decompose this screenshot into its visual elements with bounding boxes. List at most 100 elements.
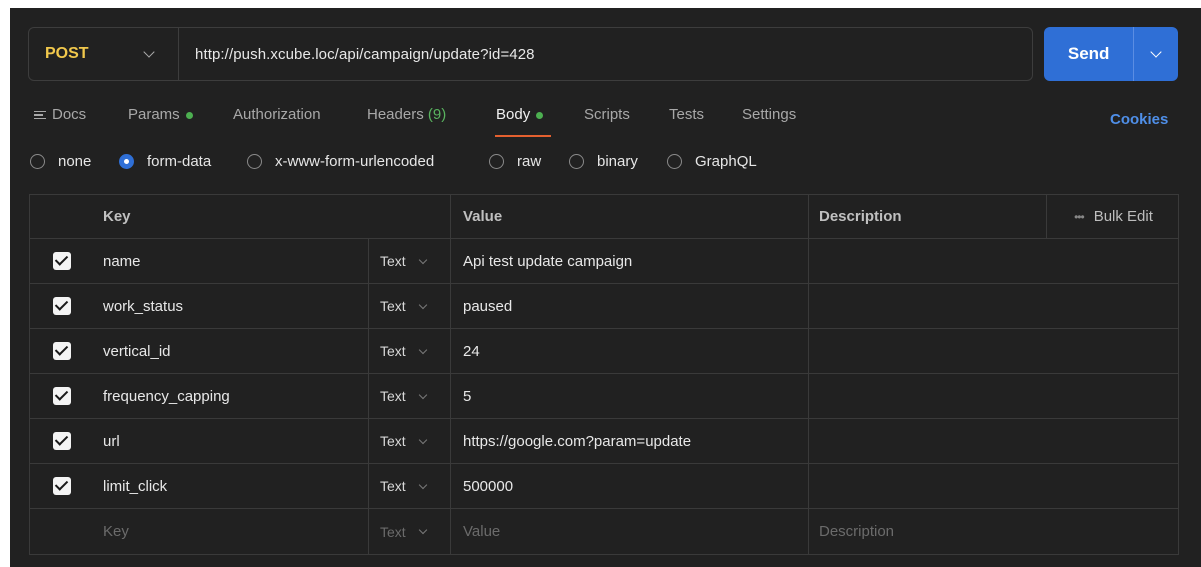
key-cell[interactable]: limit_click [94,464,368,508]
request-bar: POST http://push.xcube.loc/api/campaign/… [28,27,1033,81]
row-checkbox-cell [30,329,94,373]
type-select[interactable]: Text [368,284,450,328]
value-cell[interactable]: 24 [450,329,808,373]
table-row: limit_click Text 500000 [30,464,1178,509]
chevron-down-icon [418,345,427,354]
type-select[interactable]: Text [368,419,450,463]
cookies-link[interactable]: Cookies [1110,111,1168,128]
checkbox[interactable] [53,297,71,315]
row-checkbox-cell [30,509,94,554]
table-row: vertical_id Text 24 [30,329,1178,374]
tab-scripts[interactable]: Scripts [584,106,630,123]
send-options-button[interactable] [1133,27,1178,81]
description-cell[interactable] [808,239,1180,283]
chevron-down-icon [418,390,427,399]
bulk-edit-button[interactable]: ••• Bulk Edit [1046,195,1180,238]
checkbox[interactable] [53,252,71,270]
table-row: work_status Text paused [30,284,1178,329]
chevron-down-icon [143,46,155,58]
type-select[interactable]: Text [368,374,450,418]
radio-icon [247,154,262,169]
new-description-input[interactable]: Description [808,509,1180,554]
tab-docs[interactable]: Docs [34,106,86,123]
key-cell[interactable]: name [94,239,368,283]
new-value-input[interactable]: Value [450,509,808,554]
description-cell[interactable] [808,374,1180,418]
row-checkbox-cell [30,419,94,463]
checkbox[interactable] [53,432,71,450]
radio-binary-label: binary [597,153,638,170]
new-key-input[interactable]: Key [94,509,368,554]
tab-tests[interactable]: Tests [669,106,704,123]
type-select[interactable]: Text [368,329,450,373]
request-panel: POST http://push.xcube.loc/api/campaign/… [10,8,1201,567]
url-input[interactable]: http://push.xcube.loc/api/campaign/updat… [179,46,535,63]
key-cell[interactable]: url [94,419,368,463]
tab-settings[interactable]: Settings [742,106,796,123]
radio-selected-icon [119,154,134,169]
description-cell[interactable] [808,464,1180,508]
value-cell[interactable]: https://google.com?param=update [450,419,808,463]
send-button[interactable]: Send [1044,27,1133,81]
type-label: Text [380,433,406,449]
chevron-down-icon [418,300,427,309]
radio-none[interactable]: none [30,153,91,170]
bulk-edit-label: Bulk Edit [1093,208,1153,225]
docs-icon [34,109,46,122]
key-cell[interactable]: vertical_id [94,329,368,373]
key-cell[interactable]: frequency_capping [94,374,368,418]
type-label: Text [380,388,406,404]
radio-graphql[interactable]: GraphQL [667,153,757,170]
body-status-dot [536,111,544,119]
radio-raw-label: raw [517,153,542,170]
header-description: Description [808,195,1046,238]
type-label: Text [380,253,406,269]
value-cell[interactable]: 5 [450,374,808,418]
radio-urlencoded-label: x-www-form-urlencoded [275,153,435,170]
radio-raw[interactable]: raw [489,153,541,170]
tab-docs-label: Docs [52,106,87,123]
tab-authorization[interactable]: Authorization [233,106,321,123]
type-label: Text [380,523,406,540]
type-label: Text [380,298,406,314]
chevron-down-icon [418,255,427,264]
radio-binary[interactable]: binary [569,153,638,170]
tab-params[interactable]: Params [128,106,193,123]
checkbox[interactable] [53,342,71,360]
type-label: Text [380,343,406,359]
radio-graphql-label: GraphQL [695,153,757,170]
radio-form-data-label: form-data [147,153,212,170]
radio-form-data[interactable]: form-data [119,153,211,170]
type-select[interactable]: Text [368,509,450,554]
params-status-dot [185,111,193,119]
table-row: url Text https://google.com?param=update [30,419,1178,464]
headers-count: (9) [427,106,447,123]
radio-urlencoded[interactable]: x-www-form-urlencoded [247,153,434,170]
checkbox[interactable] [53,477,71,495]
more-icon: ••• [1074,209,1085,224]
value-cell[interactable]: 500000 [450,464,808,508]
active-tab-underline [495,135,551,137]
row-checkbox-cell [30,464,94,508]
chevron-down-icon [1150,46,1162,58]
checkbox[interactable] [53,387,71,405]
row-checkbox-cell [30,374,94,418]
radio-none-label: none [58,153,92,170]
value-cell[interactable]: paused [450,284,808,328]
value-cell[interactable]: Api test update campaign [450,239,808,283]
method-select[interactable]: POST [29,28,179,80]
description-cell[interactable] [808,329,1180,373]
radio-icon [30,154,45,169]
key-cell[interactable]: work_status [94,284,368,328]
tab-headers[interactable]: Headers (9) [367,106,446,123]
tab-body-label: Body [496,106,531,123]
header-value: Value [450,195,808,238]
row-checkbox-cell [30,239,94,283]
table-header-row: Key Value Description ••• Bulk Edit [30,195,1178,239]
description-cell[interactable] [808,419,1180,463]
tab-body[interactable]: Body [496,106,544,123]
header-check-cell [30,195,94,238]
description-cell[interactable] [808,284,1180,328]
type-select[interactable]: Text [368,239,450,283]
type-select[interactable]: Text [368,464,450,508]
